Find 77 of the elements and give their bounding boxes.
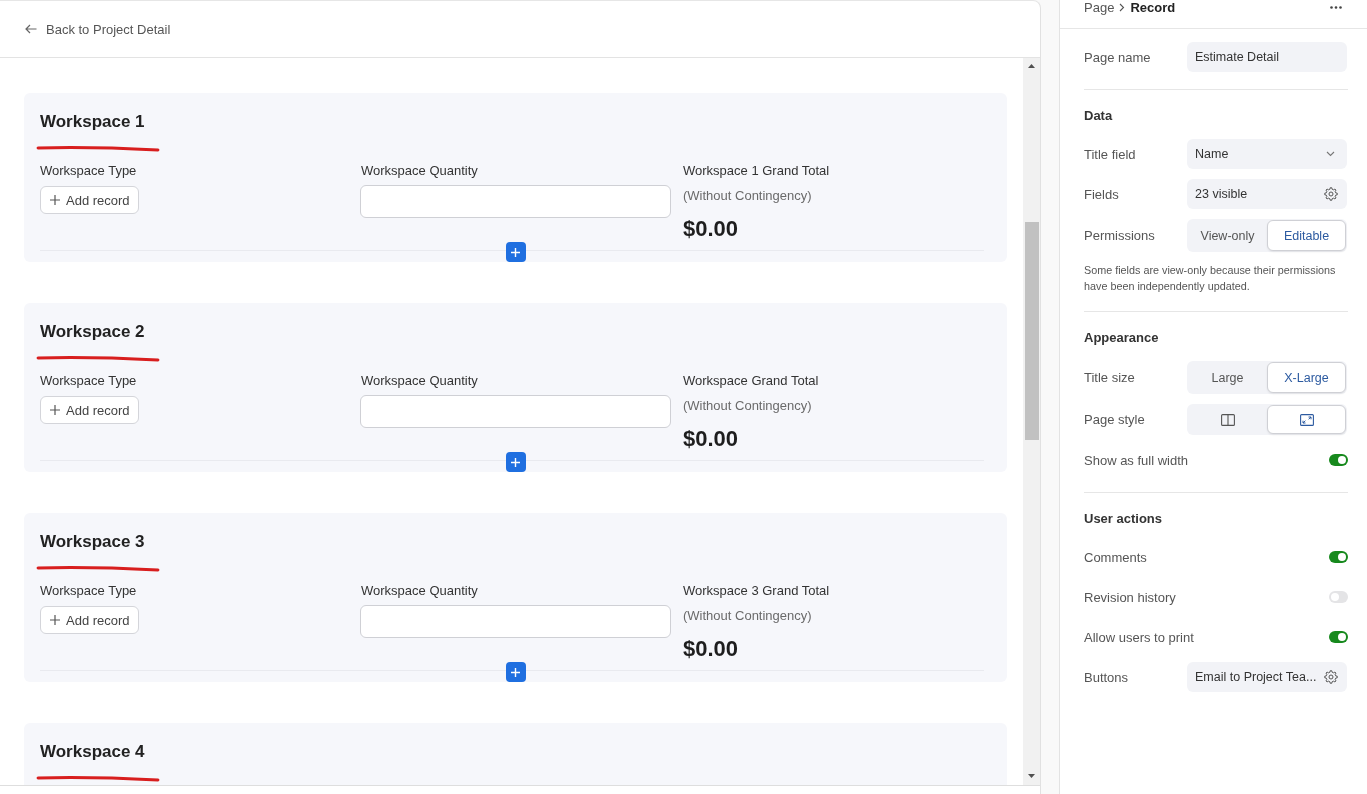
chevron-right-icon — [1119, 3, 1126, 12]
note-text: (Without Contingency) — [683, 398, 812, 414]
help-text: Some fields are view-only because their permissions have been independently updated. — [1084, 263, 1337, 294]
toggle-switch[interactable] — [1329, 631, 1348, 643]
toggle-switch[interactable] — [1329, 454, 1348, 466]
field-label: Workspace Type — [40, 583, 137, 599]
workspace-title: Workspace 3 — [40, 531, 146, 553]
scrollbar[interactable] — [1023, 58, 1040, 785]
field-label: Allow users to print — [1084, 629, 1194, 645]
field-label: Revision history — [1084, 589, 1177, 605]
field-label: Buttons — [1084, 669, 1130, 685]
split-view-icon — [1220, 413, 1235, 426]
expand-icon — [1299, 413, 1314, 426]
segmented-option[interactable]: Editable — [1267, 220, 1346, 251]
settings-field[interactable]: 23 visible — [1187, 179, 1347, 209]
field-label: Workspace Quantity — [361, 583, 478, 599]
scrollbar-thumb[interactable] — [1024, 222, 1039, 440]
field-label: Workspace Quantity — [361, 373, 478, 389]
field-label: Page name — [1084, 49, 1152, 65]
segmented-option[interactable]: View-only — [1188, 220, 1267, 251]
field-label: Fields — [1084, 186, 1120, 202]
field-label: Workspace Type — [40, 373, 137, 389]
field-label: Page style — [1084, 412, 1146, 427]
caret-down-icon[interactable] — [1028, 774, 1035, 778]
field-label: Workspace 1 Grand Total — [683, 163, 830, 179]
text-field[interactable]: Estimate Detail — [1187, 42, 1347, 72]
add-record-button[interactable]: Add record — [40, 396, 139, 424]
settings-icon — [1324, 187, 1338, 201]
add-record-button[interactable]: Add record — [40, 606, 139, 634]
settings-field[interactable]: Email to Project Tea... — [1187, 662, 1347, 692]
section-heading: User actions — [1084, 511, 1164, 527]
quantity-input[interactable] — [360, 185, 671, 218]
workspace-title: Workspace 4 — [40, 741, 146, 763]
plus-icon — [50, 615, 60, 625]
plus-icon — [50, 405, 60, 415]
segmented-option[interactable] — [1267, 405, 1346, 434]
field-label: Workspace 3 Grand Total — [683, 583, 830, 599]
field-label: Workspace Grand Total — [683, 373, 819, 389]
add-button[interactable] — [505, 242, 526, 262]
section-heading: Appearance — [1084, 330, 1160, 346]
caret-up-icon[interactable] — [1028, 64, 1035, 68]
note-text: (Without Contingency) — [683, 608, 812, 624]
plus-icon — [511, 457, 520, 467]
plus-icon — [511, 247, 520, 257]
plus-icon — [511, 667, 520, 677]
more-icon[interactable] — [1330, 6, 1342, 9]
toggle-switch[interactable] — [1329, 551, 1348, 563]
field-label: Title field — [1084, 146, 1137, 162]
workspace-title: Workspace 2 — [40, 321, 146, 343]
total-amount: $0.00 — [683, 636, 739, 662]
back-link[interactable]: Back to Project Detail — [25, 21, 171, 37]
segmented-option[interactable]: Large — [1188, 362, 1267, 393]
total-amount: $0.00 — [683, 216, 739, 242]
add-button[interactable] — [505, 452, 526, 472]
field-label: Permissions — [1084, 228, 1156, 243]
breadcrumb-link[interactable]: Page — [1084, 0, 1115, 15]
quantity-input[interactable] — [360, 395, 671, 428]
arrow-left-icon — [25, 24, 37, 34]
field-label: Comments — [1084, 549, 1148, 565]
field-label: Workspace Type — [40, 163, 137, 179]
field-label: Show as full width — [1084, 452, 1189, 468]
breadcrumb-current: Record — [1130, 0, 1176, 15]
quantity-input[interactable] — [360, 605, 671, 638]
add-record-button[interactable]: Add record — [40, 186, 139, 214]
field-label: Title size — [1084, 370, 1136, 385]
section-heading: Data — [1084, 108, 1114, 124]
note-text: (Without Contingency) — [683, 188, 812, 204]
field-label: Workspace Quantity — [361, 163, 478, 179]
total-amount: $0.00 — [683, 426, 739, 452]
chevron-down-icon — [1326, 151, 1335, 157]
workspace-title: Workspace 1 — [40, 111, 146, 133]
dropdown[interactable]: Name — [1187, 139, 1347, 169]
settings-icon — [1324, 670, 1338, 684]
segmented-option[interactable]: X-Large — [1267, 362, 1346, 393]
add-button[interactable] — [505, 662, 526, 682]
plus-icon — [50, 195, 60, 205]
toggle-switch[interactable] — [1329, 591, 1348, 603]
